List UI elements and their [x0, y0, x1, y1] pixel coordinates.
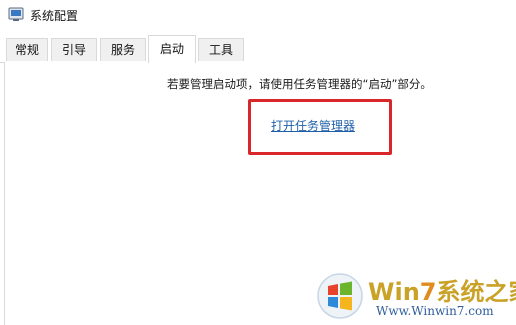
window-title: 系统配置	[30, 9, 79, 23]
tab-startup[interactable]: 启动	[148, 35, 196, 63]
tab-general[interactable]: 常规	[6, 38, 48, 61]
title-bar: 系统配置	[0, 0, 516, 30]
watermark-url: Www.Winwin7.com	[376, 304, 494, 318]
startup-info-text: 若要管理启动项，请使用任务管理器的“启动”部分。	[167, 77, 432, 91]
watermark: Win7系统之家 Www.Winwin7.com	[316, 268, 516, 324]
tab-strip: 常规 引导 服务 启动 工具	[0, 35, 516, 63]
watermark-brand: Win7系统之家	[368, 278, 516, 306]
tab-tools[interactable]: 工具	[198, 38, 244, 61]
msconfig-icon	[8, 7, 24, 21]
tab-boot[interactable]: 引导	[51, 38, 97, 61]
tab-services[interactable]: 服务	[100, 38, 146, 61]
open-task-manager-link[interactable]: 打开任务管理器	[271, 117, 355, 134]
windows-logo-icon	[317, 273, 363, 319]
